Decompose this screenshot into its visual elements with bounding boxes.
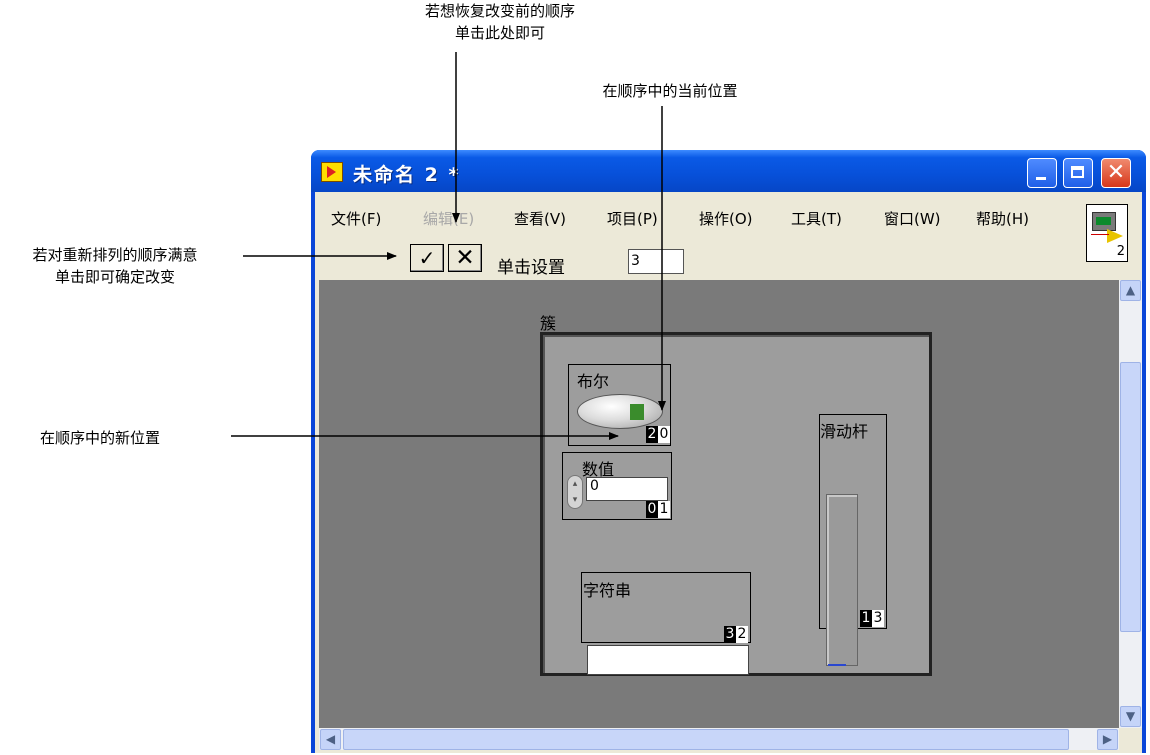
vi-wire-glyph	[1091, 234, 1109, 235]
scroll-right-icon[interactable]: ▶	[1097, 729, 1118, 750]
slider-track[interactable]	[826, 494, 858, 666]
annotation-line: 单击此处即可	[454, 24, 545, 42]
increment-decrement-icon[interactable]: ▴ ▾	[567, 475, 583, 509]
annotation-confirm-change: 若对重新排列的顺序满意 单击即可确定改变	[0, 244, 230, 288]
new-order: 1	[658, 501, 670, 518]
string-input[interactable]	[587, 645, 749, 675]
window-client: 文件(F) 编辑(E) 查看(V) 项目(P) 操作(O) 工具(T) 窗口(W…	[315, 192, 1142, 753]
cluster-label: 簇	[540, 314, 557, 333]
boolean-order-tag: 20	[646, 426, 670, 443]
menu-tools[interactable]: 工具(T)	[791, 208, 842, 229]
annotation-line: 若想恢复改变前的顺序	[424, 2, 575, 20]
boolean-label: 布尔	[577, 372, 610, 391]
scroll-up-icon[interactable]: ▲	[1120, 280, 1141, 301]
menu-file[interactable]: 文件(F)	[331, 208, 381, 229]
annotation-restore-order: 若想恢复改变前的顺序 单击此处即可	[380, 0, 620, 44]
vi-app-icon	[321, 162, 343, 182]
checkmark-icon: ✓	[418, 246, 436, 270]
title-bar[interactable]: 未命名 2 * ✕	[311, 150, 1146, 192]
scroll-down-icon[interactable]: ▼	[1120, 706, 1141, 727]
new-order: 0	[658, 426, 670, 443]
annotation-line: 若对重新排列的顺序满意	[32, 246, 198, 264]
numeric-order-tag: 01	[646, 501, 670, 518]
annotation-line: 单击即可确定改变	[54, 268, 175, 286]
annotation-new-position: 在顺序中的新位置	[40, 427, 230, 449]
current-order: 0	[646, 501, 658, 518]
scroll-thumb-horizontal[interactable]	[343, 729, 1069, 750]
scroll-left-icon[interactable]: ◀	[320, 729, 341, 750]
new-order: 3	[872, 610, 884, 627]
vi-run-glyph	[1107, 229, 1123, 243]
new-order: 2	[736, 626, 748, 643]
numeric-input[interactable]: 0	[586, 477, 668, 501]
slider-fill	[828, 664, 846, 666]
menu-edit[interactable]: 编辑(E)	[423, 208, 474, 229]
close-icon: ✕	[1106, 160, 1126, 185]
minimize-button[interactable]	[1027, 158, 1057, 188]
menu-operate[interactable]: 操作(O)	[699, 208, 753, 229]
vi-icon-number: 2	[1116, 244, 1125, 259]
vertical-scrollbar[interactable]: ▲ ▼	[1119, 280, 1142, 728]
slider-label: 滑动杆	[820, 422, 869, 441]
menu-bar: 文件(F) 编辑(E) 查看(V) 项目(P) 操作(O) 工具(T) 窗口(W…	[315, 192, 1142, 236]
annotation-line: 在顺序中的当前位置	[602, 82, 738, 100]
menu-project[interactable]: 项目(P)	[607, 208, 658, 229]
labview-window: 未命名 2 * ✕ 文件(F) 编辑(E) 查看(V) 项目(P) 操作(O) …	[311, 150, 1146, 753]
confirm-order-button[interactable]: ✓	[410, 244, 444, 272]
current-order: 1	[860, 610, 872, 627]
revert-order-button[interactable]: ✕	[448, 244, 482, 272]
scroll-thumb-vertical[interactable]	[1120, 362, 1141, 632]
vi-connector-icon[interactable]: 2	[1086, 204, 1128, 262]
menu-view[interactable]: 查看(V)	[514, 208, 566, 229]
menu-help[interactable]: 帮助(H)	[976, 208, 1029, 229]
annotation-current-position: 在顺序中的当前位置	[560, 80, 780, 102]
current-order: 3	[724, 626, 736, 643]
click-set-label: 单击设置	[497, 258, 565, 278]
x-icon: ✕	[455, 245, 475, 271]
boolean-led[interactable]	[577, 394, 663, 429]
horizontal-scrollbar[interactable]: ◀ ▶	[319, 728, 1119, 750]
string-order-tag: 32	[724, 626, 748, 643]
string-label: 字符串	[583, 581, 632, 600]
current-order: 2	[646, 426, 658, 443]
annotation-line: 在顺序中的新位置	[40, 429, 161, 447]
slider-order-tag: 13	[860, 610, 884, 627]
close-button[interactable]: ✕	[1101, 158, 1131, 188]
window-title: 未命名 2 *	[353, 164, 461, 186]
maximize-button[interactable]	[1063, 158, 1093, 188]
menu-window[interactable]: 窗口(W)	[884, 208, 941, 229]
resize-grip[interactable]	[1119, 728, 1142, 750]
click-set-input[interactable]: 3	[628, 249, 684, 274]
